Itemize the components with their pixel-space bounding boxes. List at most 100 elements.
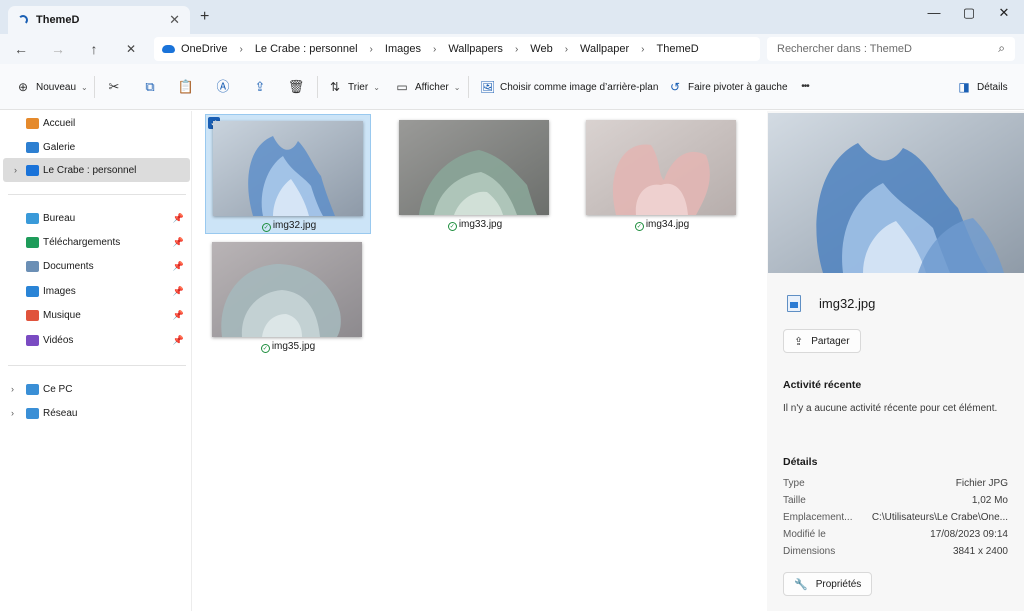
sidebar-item-musique[interactable]: Musique 📌 [0,304,190,328]
new-button[interactable]: ⊕ Nouveau ⌄ [16,78,88,96]
file-name: ✓ img34.jpg [634,219,690,231]
breadcrumb-item[interactable]: Wallpaper [580,43,629,55]
tab-themed[interactable]: ThemeD ✕ [8,6,190,34]
sidebar-item-vidéos[interactable]: Vidéos 📌 [0,328,190,352]
chevron-right-icon[interactable]: › [370,44,373,55]
sidebar-item-réseau[interactable]: › Réseau [0,401,190,425]
pin-icon[interactable]: 📌 [173,310,184,321]
breadcrumb-item[interactable]: Web [530,43,552,55]
properties-label: Propriétés [815,578,862,590]
expand-chevron-icon[interactable]: › [11,408,14,418]
file-item-img32[interactable]: ✓ ✓img32.jpg [205,114,371,234]
breadcrumb-item[interactable]: ThemeD [657,43,699,55]
sidebar-item-accueil[interactable]: Accueil [0,111,190,135]
sidebar-item-label: Réseau [43,407,78,419]
chevron-right-icon[interactable]: › [239,44,242,55]
address-bar[interactable]: OneDrive › Le Crabe : personnel › Images › Wal… [154,37,760,61]
property-key: Emplacement... [783,512,853,524]
folder-icon [26,285,39,297]
details-pane-icon: ◨ [958,80,970,94]
plus-circle-icon: ⊕ [17,80,29,94]
folder-icon [26,261,39,273]
breadcrumb-item[interactable]: Le Crabe : personnel [255,43,358,55]
property-row: Type Fichier JPG [783,478,1008,495]
pin-icon[interactable]: 📌 [173,237,184,248]
share-icon[interactable]: ⇪ [251,78,269,96]
recent-activity-text: Il n'y a aucune activité récente pour ce… [783,403,998,414]
tab-close-icon[interactable]: ✕ [169,12,180,28]
maximize-button[interactable]: ▢ [953,4,985,24]
more-options-icon[interactable]: ••• [796,78,814,96]
search-icon: ⌕ [998,41,1005,55]
property-value: 17/08/2023 09:14 [930,529,1008,541]
breadcrumb-item[interactable]: Wallpapers [448,43,503,55]
preview-image [768,113,1024,273]
file-name: ✓ img35.jpg [260,341,316,353]
forward-button[interactable]: → [47,39,69,59]
wrench-icon: 🔧 [794,578,808,591]
file-item-img34[interactable]: ✓ img34.jpg [579,114,745,234]
paste-icon[interactable]: 📋 [177,78,195,96]
share-button[interactable]: ⇪ Partager [783,329,861,353]
chevron-right-icon[interactable]: › [565,44,568,55]
expand-chevron-icon[interactable]: › [11,384,14,394]
copy-icon[interactable]: ⧉ [141,78,159,96]
properties-button[interactable]: 🔧 Propriétés [783,572,873,596]
sort-label: Trier [348,81,369,93]
share-label: Partager [811,335,850,347]
search-input[interactable]: Rechercher dans : ThemeD ⌕ [767,37,1015,61]
breadcrumb-item[interactable]: OneDrive [181,43,227,55]
breadcrumb-item[interactable]: Images [385,43,421,55]
divider [468,76,469,98]
navigation-bar: ← → ↑ ✕ OneDrive › Le Crabe : personnel › Im… [0,34,1024,64]
view-button[interactable]: ▭ Afficher ⌄ [395,78,460,96]
minimize-button[interactable]: — [918,4,950,24]
set-background-label: Choisir comme image d’arrière-plan [500,81,659,93]
rotate-left-button[interactable]: ↺ Faire pivoter à gauche [668,78,788,96]
property-key: Type [783,478,805,489]
sidebar-item-le-crabe-personnel[interactable]: › Le Crabe : personnel [3,158,190,182]
details-file-name: img32.jpg [819,296,876,311]
pin-icon[interactable]: 📌 [173,286,184,297]
pin-icon[interactable]: 📌 [173,261,184,272]
back-button[interactable]: ← [10,39,32,59]
chevron-right-icon[interactable]: › [641,44,644,55]
chevron-right-icon[interactable]: › [515,44,518,55]
sidebar-item-label: Images [43,285,76,297]
recent-activity-heading: Activité récente [783,379,862,391]
sidebar-item-ce-pc[interactable]: › Ce PC [0,377,190,401]
folder-icon [26,383,39,395]
sidebar-item-label: Téléchargements [43,236,121,248]
close-window-button[interactable]: ✕ [988,4,1020,24]
rotate-left-icon: ↺ [669,80,681,94]
expand-chevron-icon[interactable]: › [14,165,17,175]
chevron-right-icon[interactable]: › [433,44,436,55]
sidebar-item-images[interactable]: Images 📌 [0,279,190,303]
new-tab-button[interactable]: + [200,8,209,26]
up-button[interactable]: ↑ [83,39,105,59]
sidebar-item-galerie[interactable]: Galerie [0,135,190,159]
file-item-img33[interactable]: ✓ img33.jpg [392,114,558,234]
set-background-button[interactable]: 🖼 Choisir comme image d’arrière-plan [480,78,658,96]
synced-check-icon: ✓ [447,222,457,231]
delete-icon[interactable]: 🗑 [287,78,305,96]
divider [94,76,95,98]
folder-icon [26,117,39,129]
sidebar-item-documents[interactable]: Documents 📌 [0,255,190,279]
rename-icon[interactable]: Ⓐ [214,78,232,96]
pin-icon[interactable]: 📌 [173,213,184,224]
details-toggle-button[interactable]: ◨ Détails [957,78,1007,96]
rotate-left-label: Faire pivoter à gauche [688,81,788,93]
folder-icon [26,407,39,419]
tab-title: ThemeD [36,14,80,26]
property-value: Fichier JPG [955,478,1008,489]
sort-button[interactable]: ⇅ Trier ⌄ [328,78,380,96]
thumbnail-img33 [399,120,549,215]
stop-button[interactable]: ✕ [120,39,142,59]
pin-icon[interactable]: 📌 [173,335,184,346]
command-bar: ⊕ Nouveau ⌄ ✂ ⧉ 📋 Ⓐ ⇪ 🗑 ⇅ Trier ⌄ ▭ Affi… [0,64,1024,110]
sidebar-item-téléchargements[interactable]: Téléchargements 📌 [0,230,190,254]
file-item-img35[interactable]: ✓ img35.jpg [205,236,371,356]
cut-icon[interactable]: ✂ [105,78,123,96]
sidebar-item-bureau[interactable]: Bureau 📌 [0,206,190,230]
